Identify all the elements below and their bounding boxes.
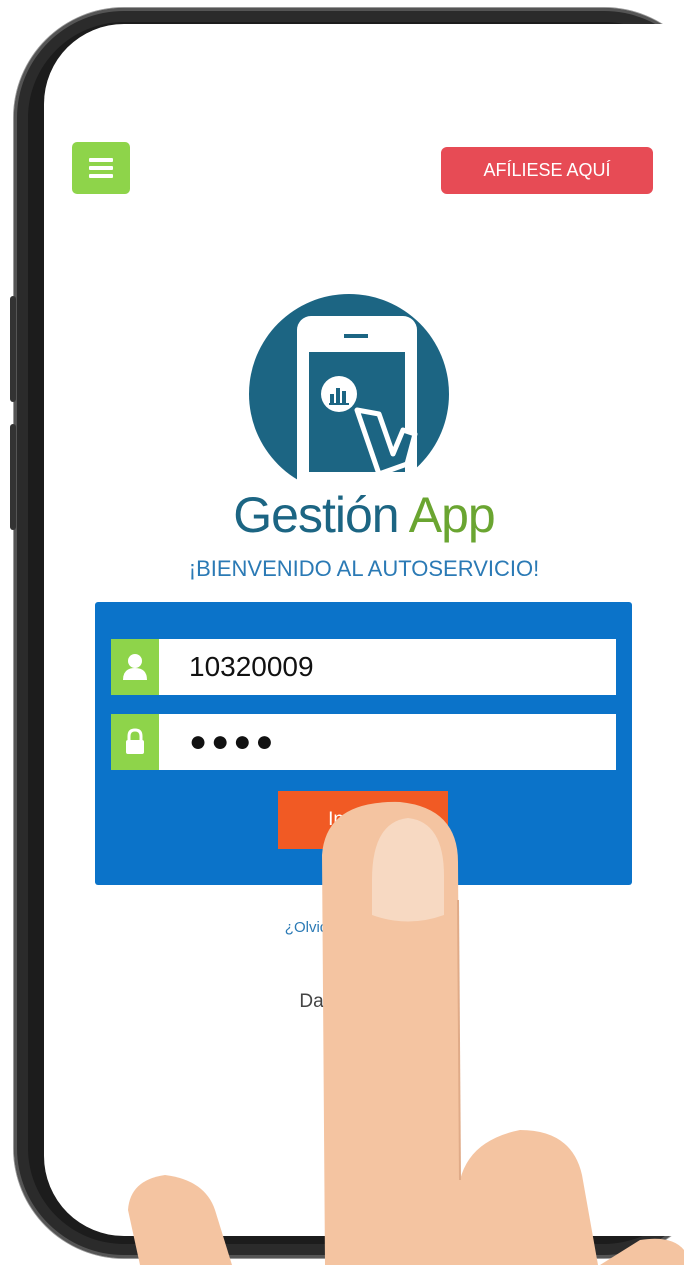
phone-mockup: AFÍLIESE AQUÍ Gestión App ¡BIENVENIDO AL…: [0, 0, 684, 1265]
phone-side-button: [10, 296, 16, 402]
lock-icon: [111, 714, 159, 770]
brand-name-part1: Gestión: [233, 487, 399, 543]
password-field[interactable]: ●●●●: [111, 714, 616, 770]
username-field[interactable]: 10320009: [111, 639, 616, 695]
hamburger-menu-icon: [89, 158, 113, 178]
username-value[interactable]: 10320009: [159, 651, 314, 683]
user-icon: [111, 639, 159, 695]
login-button[interactable]: Ingresar: [278, 791, 448, 849]
affiliate-button[interactable]: AFÍLIESE AQUÍ: [441, 147, 653, 194]
dark-theme-label: Dark Theme: [299, 991, 404, 1012]
brand-name: Gestión App: [144, 486, 584, 544]
moon-icon: ☾: [411, 991, 429, 1012]
brand-name-part2: App: [408, 487, 496, 543]
welcome-heading: ¡BIENVENIDO AL AUTOSERVICIO!: [188, 556, 540, 581]
phone-side-button: [10, 424, 16, 530]
password-value[interactable]: ●●●●: [159, 725, 277, 759]
app-screen: AFÍLIESE AQUÍ Gestión App ¡BIENVENIDO AL…: [44, 24, 684, 1236]
login-panel: 10320009 ●●●● Ingresar: [95, 602, 632, 885]
menu-button[interactable]: [72, 142, 130, 194]
dark-theme-toggle[interactable]: Dark Theme ☾: [44, 990, 684, 1013]
forgot-password-link[interactable]: ¿Olvidó su contraseña?: [44, 919, 684, 936]
